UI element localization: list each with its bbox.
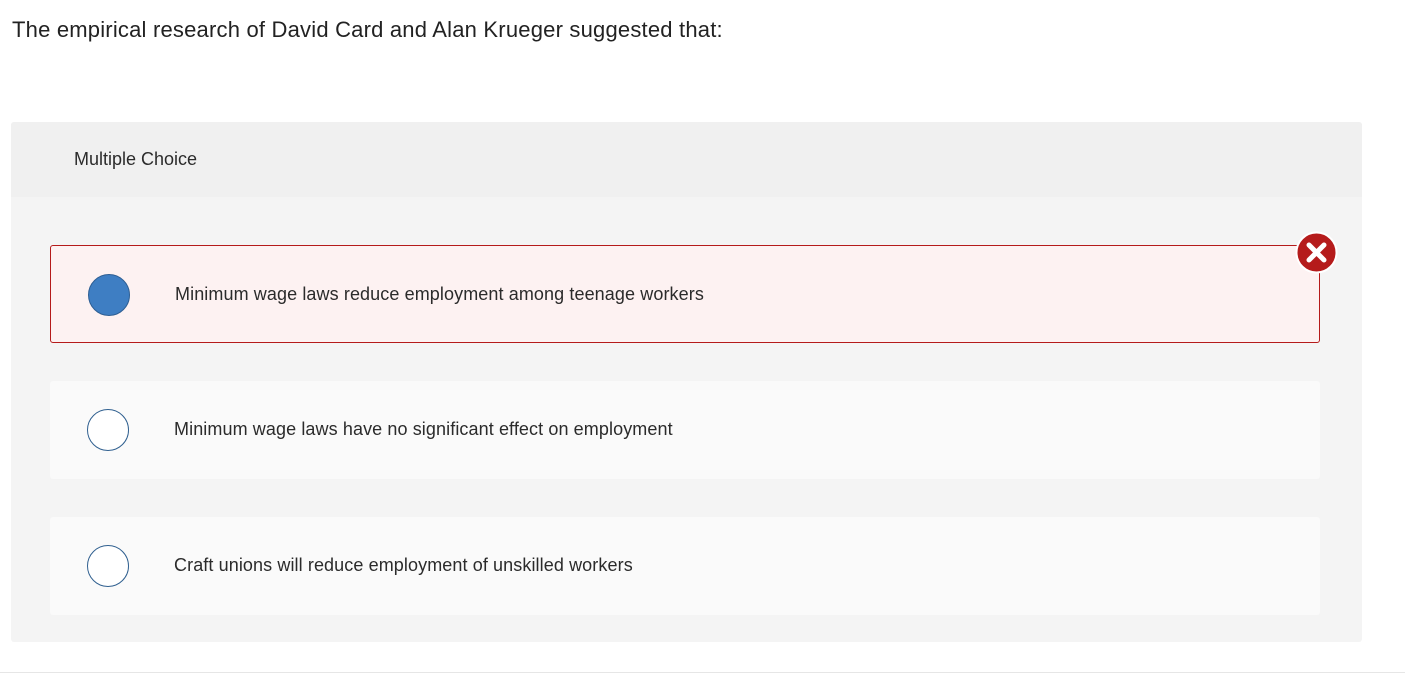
answer-option-label: Minimum wage laws reduce employment amon… [175,284,704,304]
answer-option-3[interactable]: Craft unions will reduce employment of u… [50,517,1320,615]
divider [0,672,1405,673]
radio-button-selected[interactable] [88,274,130,316]
radio-button[interactable] [87,545,129,587]
answer-option-2[interactable]: Minimum wage laws have no significant ef… [50,381,1320,479]
panel-header: Multiple Choice [11,122,1362,197]
radio-button[interactable] [87,409,129,451]
question-type-label: Multiple Choice [74,149,198,169]
multiple-choice-panel: Multiple Choice Minimum wage laws reduce… [11,122,1362,642]
question-text: The empirical research of David Card and… [12,17,723,42]
answer-option-1[interactable]: Minimum wage laws reduce employment amon… [50,245,1320,343]
answer-option-label: Minimum wage laws have no significant ef… [174,419,673,439]
x-circle-icon [1295,231,1338,274]
answer-option-label: Craft unions will reduce employment of u… [174,555,633,575]
